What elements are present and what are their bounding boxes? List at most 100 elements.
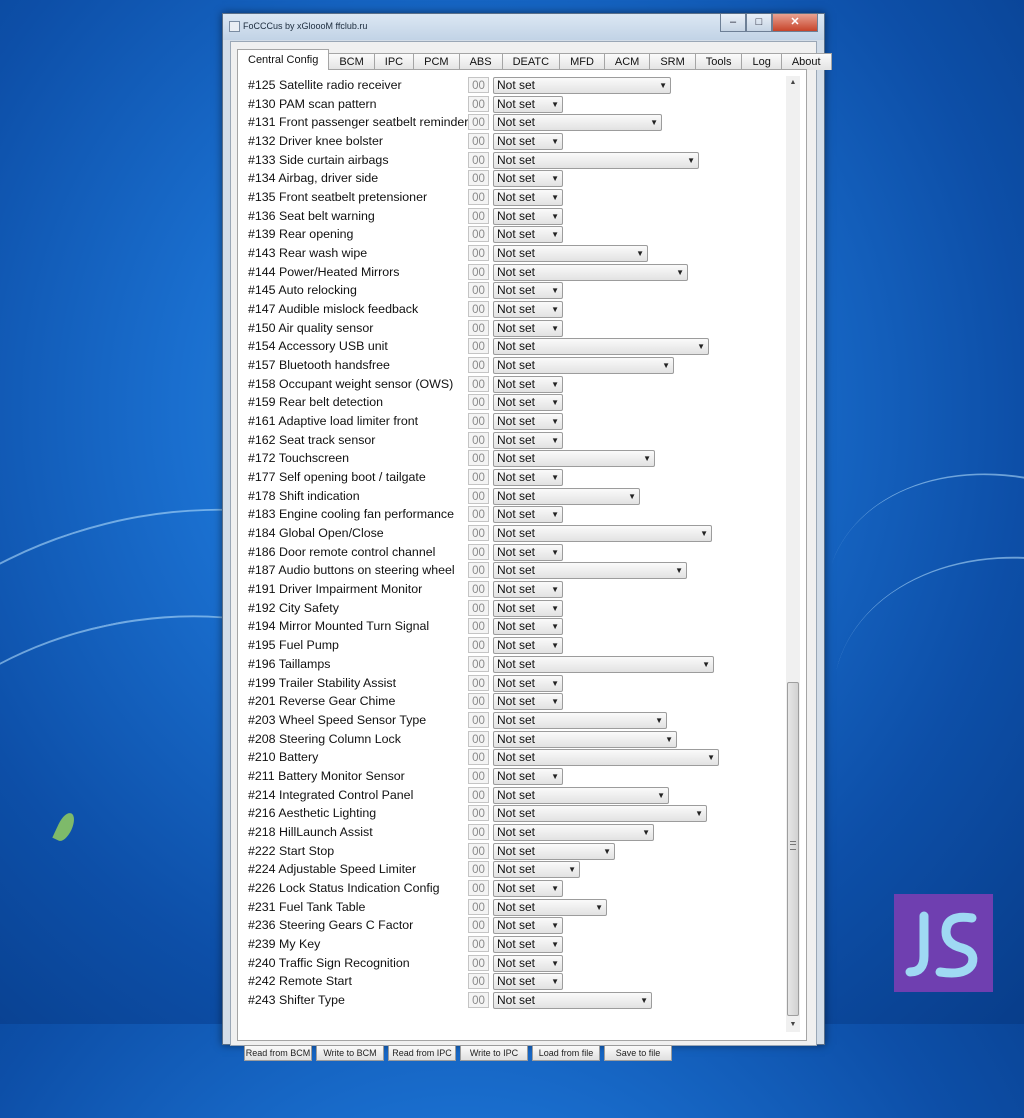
config-value-dropdown[interactable]: Not set ▼ [493, 842, 615, 860]
config-value-dropdown[interactable]: Not set ▼ [493, 935, 563, 953]
tab-about[interactable]: About [780, 53, 832, 70]
config-value-dropdown[interactable]: Not set ▼ [493, 898, 607, 916]
tab-pcm[interactable]: PCM [413, 53, 460, 70]
config-value-dropdown[interactable]: Not set ▼ [493, 282, 563, 300]
config-value-dropdown[interactable]: Not set ▼ [493, 207, 563, 225]
config-value-dropdown[interactable]: Not set ▼ [493, 189, 563, 207]
config-value-dropdown[interactable]: Not set ▼ [493, 861, 580, 879]
tab-abs[interactable]: ABS [458, 53, 503, 70]
config-code-field[interactable]: 00 [468, 133, 489, 150]
config-value-dropdown[interactable]: Not set ▼ [493, 730, 677, 748]
config-value-dropdown[interactable]: Not set ▼ [493, 413, 563, 431]
tab-deatc[interactable]: DEATC [501, 53, 561, 70]
scrollbar-thumb[interactable] [787, 682, 799, 1016]
config-value-dropdown[interactable]: Not set ▼ [493, 562, 687, 580]
config-value-dropdown[interactable]: Not set ▼ [493, 917, 563, 935]
config-code-field[interactable]: 00 [468, 319, 489, 336]
config-value-dropdown[interactable]: Not set ▼ [493, 263, 688, 281]
config-code-field[interactable]: 00 [468, 338, 489, 355]
config-code-field[interactable]: 00 [468, 655, 489, 672]
tab-mfd[interactable]: MFD [559, 53, 605, 70]
config-code-field[interactable]: 00 [468, 394, 489, 411]
config-value-dropdown[interactable]: Not set ▼ [493, 805, 707, 823]
config-value-dropdown[interactable]: Not set ▼ [493, 581, 563, 599]
config-code-field[interactable]: 00 [468, 301, 489, 318]
tab-ipc[interactable]: IPC [373, 53, 415, 70]
config-value-dropdown[interactable]: Not set ▼ [493, 749, 719, 767]
config-code-field[interactable]: 00 [468, 95, 489, 112]
tab-srm[interactable]: SRM [649, 53, 696, 70]
scroll-down-arrow-icon[interactable]: ▼ [786, 1018, 800, 1032]
config-code-field[interactable]: 00 [468, 842, 489, 859]
read-from-bcm-button[interactable]: Read from BCM [244, 1045, 312, 1061]
title-bar[interactable]: FoCCCus by xGloooM ffclub.ru – □ ✕ [223, 14, 824, 40]
tab-acm[interactable]: ACM [603, 53, 651, 70]
config-value-dropdown[interactable]: Not set ▼ [493, 151, 699, 169]
config-value-dropdown[interactable]: Not set ▼ [493, 991, 652, 1009]
config-code-field[interactable]: 00 [468, 469, 489, 486]
config-value-dropdown[interactable]: Not set ▼ [493, 954, 563, 972]
load-from-file-button[interactable]: Load from file [532, 1045, 600, 1061]
config-code-field[interactable]: 00 [468, 170, 489, 187]
config-code-field[interactable]: 00 [468, 375, 489, 392]
config-value-dropdown[interactable]: Not set ▼ [493, 77, 671, 94]
config-code-field[interactable]: 00 [468, 543, 489, 560]
minimize-button[interactable]: – [720, 14, 746, 32]
config-value-dropdown[interactable]: Not set ▼ [493, 431, 563, 449]
config-code-field[interactable]: 00 [468, 506, 489, 523]
close-button[interactable]: ✕ [772, 14, 818, 32]
config-code-field[interactable]: 00 [468, 711, 489, 728]
config-code-field[interactable]: 00 [468, 263, 489, 280]
config-value-dropdown[interactable]: Not set ▼ [493, 506, 563, 524]
config-code-field[interactable]: 00 [468, 282, 489, 299]
config-value-dropdown[interactable]: Not set ▼ [493, 245, 648, 263]
config-code-field[interactable]: 00 [468, 357, 489, 374]
config-code-field[interactable]: 00 [468, 581, 489, 598]
config-value-dropdown[interactable]: Not set ▼ [493, 674, 563, 692]
config-code-field[interactable]: 00 [468, 730, 489, 747]
config-code-field[interactable]: 00 [468, 431, 489, 448]
config-code-field[interactable]: 00 [468, 823, 489, 840]
config-code-field[interactable]: 00 [468, 226, 489, 243]
config-code-field[interactable]: 00 [468, 77, 489, 93]
config-code-field[interactable]: 00 [468, 767, 489, 784]
config-value-dropdown[interactable]: Not set ▼ [493, 711, 667, 729]
config-value-dropdown[interactable]: Not set ▼ [493, 599, 563, 617]
config-value-dropdown[interactable]: Not set ▼ [493, 487, 640, 505]
config-value-dropdown[interactable]: Not set ▼ [493, 338, 709, 356]
config-value-dropdown[interactable]: Not set ▼ [493, 450, 655, 468]
config-value-dropdown[interactable]: Not set ▼ [493, 394, 563, 412]
vertical-scrollbar[interactable]: ▲ ▼ [786, 76, 800, 1032]
config-code-field[interactable]: 00 [468, 861, 489, 878]
config-code-field[interactable]: 00 [468, 245, 489, 262]
config-code-field[interactable]: 00 [468, 954, 489, 971]
config-value-dropdown[interactable]: Not set ▼ [493, 525, 712, 543]
config-value-dropdown[interactable]: Not set ▼ [493, 114, 662, 132]
config-code-field[interactable]: 00 [468, 413, 489, 430]
config-value-dropdown[interactable]: Not set ▼ [493, 357, 674, 375]
config-value-dropdown[interactable]: Not set ▼ [493, 319, 563, 337]
tab-tools[interactable]: Tools [694, 53, 743, 70]
config-code-field[interactable]: 00 [468, 599, 489, 616]
config-code-field[interactable]: 00 [468, 189, 489, 206]
config-code-field[interactable]: 00 [468, 207, 489, 224]
config-value-dropdown[interactable]: Not set ▼ [493, 301, 563, 319]
config-code-field[interactable]: 00 [468, 917, 489, 934]
tab-central-config[interactable]: Central Config [237, 49, 330, 70]
config-code-field[interactable]: 00 [468, 525, 489, 542]
config-code-field[interactable]: 00 [468, 898, 489, 915]
read-from-ipc-button[interactable]: Read from IPC [388, 1045, 456, 1061]
config-code-field[interactable]: 00 [468, 693, 489, 710]
config-code-field[interactable]: 00 [468, 805, 489, 822]
save-to-file-button[interactable]: Save to file [604, 1045, 672, 1061]
tab-bcm[interactable]: BCM [328, 53, 375, 70]
config-code-field[interactable]: 00 [468, 487, 489, 504]
config-code-field[interactable]: 00 [468, 991, 489, 1008]
maximize-button[interactable]: □ [746, 14, 772, 32]
config-code-field[interactable]: 00 [468, 674, 489, 691]
config-code-field[interactable]: 00 [468, 562, 489, 579]
config-value-dropdown[interactable]: Not set ▼ [493, 618, 563, 636]
config-value-dropdown[interactable]: Not set ▼ [493, 767, 563, 785]
config-value-dropdown[interactable]: Not set ▼ [493, 170, 563, 188]
config-code-field[interactable]: 00 [468, 114, 489, 131]
